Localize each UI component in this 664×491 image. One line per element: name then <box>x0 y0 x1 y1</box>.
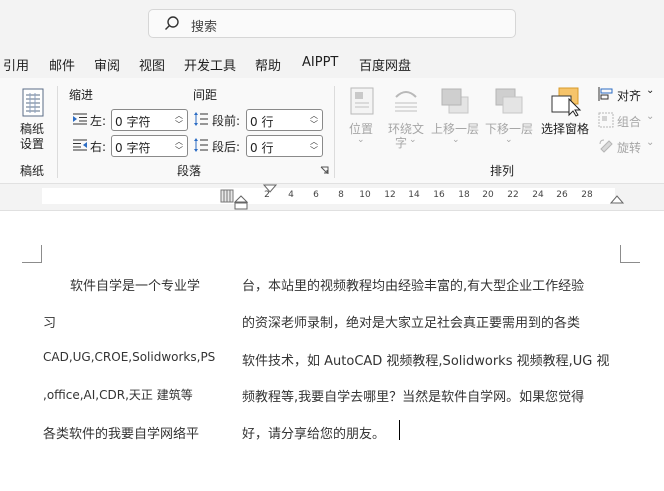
group-label-paragraph: 段落 <box>177 164 202 178</box>
ruler-tick: 24 <box>532 190 544 200</box>
spinner-arrows-icon[interactable]: ︿ ﹀ <box>175 111 183 129</box>
send-backward-icon <box>495 88 523 114</box>
selection-pane-icon <box>551 87 582 117</box>
position-icon <box>350 87 374 115</box>
ruler-tick: 18 <box>458 190 470 200</box>
dialog-launcher-icon[interactable] <box>320 166 329 175</box>
text-line[interactable]: 好，请分享给您的朋友。 <box>242 423 385 442</box>
menu-bar: 引用 邮件 审阅 视图 开发工具 帮助 AIPPT 百度网盘 <box>0 48 664 78</box>
indent-right-label: 右: <box>90 140 107 154</box>
tab-baidu-netdisk[interactable]: 百度网盘 <box>359 55 411 74</box>
ruler-tick: 8 <box>338 190 344 200</box>
tab-developer[interactable]: 开发工具 <box>184 55 236 74</box>
space-before-value: 0 行 <box>250 115 274 129</box>
document-page[interactable]: 软件自学是一个专业学 习 CAD,UG,CROE,Solidworks,PS ,… <box>0 211 664 491</box>
ribbon: 稿纸 设置 稿纸 缩进 间距 左: 0 字符 ︿ ﹀ 右: 0 字符 ︿ ﹀ 段前:… <box>0 78 664 184</box>
ruler-tick: 6 <box>313 190 319 200</box>
spinner-arrows-icon[interactable]: ︿ ﹀ <box>310 137 318 155</box>
text-line[interactable]: CAD,UG,CROE,Solidworks,PS <box>43 350 215 364</box>
space-before-label: 段前: <box>212 114 241 128</box>
search-placeholder: 搜索 <box>191 20 218 35</box>
group-label-arrange: 排列 <box>490 164 515 178</box>
spinner-arrows-icon[interactable]: ︿ ﹀ <box>175 137 183 155</box>
group-label-manuscript: 稿纸 <box>20 164 45 178</box>
space-after-value: 0 行 <box>250 141 274 155</box>
chevron-down-icon: ⌄ <box>646 85 655 96</box>
indent-left-label: 左: <box>90 114 107 128</box>
margin-corner-marker <box>22 245 42 263</box>
group-icon <box>598 112 614 128</box>
ruler-tick: 12 <box>384 190 396 200</box>
rotate-icon <box>599 139 613 153</box>
chevron-down-icon: ⌄ <box>646 111 655 122</box>
tab-mailings[interactable]: 邮件 <box>49 55 75 74</box>
wrap-text-icon <box>395 91 417 112</box>
text-line[interactable]: 频教程等,我要自学去哪里？当然是软件自学网。如果您觉得 <box>242 386 584 405</box>
text-line[interactable]: 软件技术，如 AutoCAD 视频教程,Solidworks 视频教程,UG 视 <box>242 350 609 369</box>
align-icon <box>598 87 613 101</box>
text-line[interactable]: 软件自学是一个专业学 <box>70 275 200 294</box>
indent-right-icon <box>73 139 87 151</box>
horizontal-ruler[interactable]: 2 4 6 8 10 12 14 16 18 20 22 24 26 28 <box>42 188 615 204</box>
selection-pane-button[interactable]: 选择窗格 <box>541 120 589 137</box>
first-line-indent-marker-icon[interactable] <box>262 184 278 196</box>
chevron-down-icon: ⌄ <box>505 135 513 145</box>
text-line[interactable]: 台，本站里的视频教程均由经验丰富的,有大型企业工作经验 <box>242 275 584 294</box>
space-after-spinner[interactable]: 0 行 ︿ ﹀ <box>246 135 323 157</box>
ruler-tick: 20 <box>482 190 494 200</box>
tab-aippt[interactable]: AIPPT <box>302 55 338 70</box>
chevron-down-icon: ⌄ <box>646 137 655 148</box>
chevron-down-icon: ⌄ <box>357 135 365 145</box>
margin-corner-marker <box>620 245 640 263</box>
chevron-down-icon: ⌄ <box>452 135 460 145</box>
manuscript-icon <box>22 88 44 117</box>
left-indent-marker-icon[interactable] <box>233 194 249 211</box>
chevron-down-icon: ⌄ <box>409 135 417 145</box>
indent-left-value: 0 字符 <box>115 115 151 129</box>
spacing-header: 间距 <box>193 88 218 102</box>
text-line[interactable]: 习 <box>43 312 56 331</box>
tab-help[interactable]: 帮助 <box>255 55 281 74</box>
ruler-tick: 16 <box>433 190 445 200</box>
manuscript-settings-label-2: 设置 <box>20 137 45 151</box>
text-line[interactable]: 各类软件的我要自学网络平 <box>43 423 199 442</box>
space-before-icon <box>194 112 208 126</box>
text-cursor <box>399 420 400 440</box>
ruler-tick: 22 <box>507 190 519 200</box>
align-button[interactable]: 对齐 <box>617 87 641 104</box>
ruler-tick: 10 <box>359 190 371 200</box>
rotate-button[interactable]: 旋转 <box>617 139 641 156</box>
indent-header: 缩进 <box>69 88 94 102</box>
group-button[interactable]: 组合 <box>617 113 641 130</box>
spinner-arrows-icon[interactable]: ︿ ﹀ <box>310 111 318 129</box>
indent-right-spinner[interactable]: 0 字符 ︿ ﹀ <box>111 135 188 157</box>
horizontal-ruler-bar: 2 4 6 8 10 12 14 16 18 20 22 24 26 28 <box>0 184 664 211</box>
tab-references[interactable]: 引用 <box>3 55 29 74</box>
text-line[interactable]: ,office,AI,CDR,天正 建筑等 <box>43 386 193 403</box>
space-after-icon <box>194 138 208 152</box>
indent-right-value: 0 字符 <box>115 141 151 155</box>
tab-review[interactable]: 审阅 <box>94 55 120 74</box>
manuscript-settings-button[interactable] <box>20 88 46 122</box>
bring-forward-icon <box>441 88 469 114</box>
tab-view[interactable]: 视图 <box>139 55 165 74</box>
space-before-spinner[interactable]: 0 行 ︿ ﹀ <box>246 109 323 131</box>
right-indent-marker-icon[interactable] <box>609 194 625 206</box>
ruler-tick: 26 <box>556 190 568 200</box>
ruler-tick: 14 <box>408 190 420 200</box>
group-separator <box>334 86 335 178</box>
wrap-text-label-2: 字 <box>395 136 408 150</box>
text-line[interactable]: 的资深老师录制，绝对是大家立足社会真正要需用到的各类 <box>242 312 580 331</box>
search-box[interactable]: 搜索 <box>148 9 516 38</box>
title-bar: 搜索 <box>0 0 664 48</box>
ruler-tick: 28 <box>581 190 593 200</box>
search-icon <box>165 16 179 30</box>
ruler-tick: 4 <box>288 190 294 200</box>
indent-left-icon <box>73 113 87 125</box>
group-separator <box>57 86 58 178</box>
indent-left-spinner[interactable]: 0 字符 ︿ ﹀ <box>111 109 188 131</box>
space-after-label: 段后: <box>212 140 241 154</box>
